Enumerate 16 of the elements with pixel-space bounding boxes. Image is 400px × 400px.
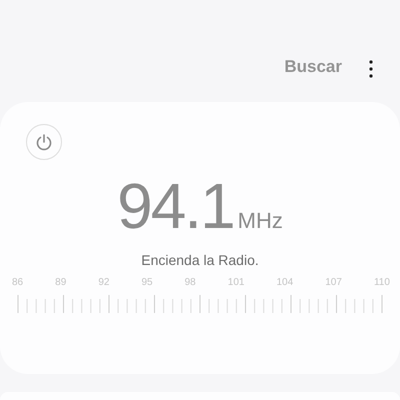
more-options-icon[interactable] — [368, 60, 374, 78]
scale-label: 98 — [184, 277, 196, 288]
scale-label: 101 — [228, 277, 244, 288]
power-icon — [35, 133, 53, 151]
search-button[interactable]: Buscar — [280, 57, 346, 77]
power-button[interactable] — [26, 124, 62, 160]
scale-label: 104 — [276, 277, 294, 288]
scale-label: 86 — [12, 277, 24, 288]
scale-label: 95 — [141, 277, 153, 288]
scale-label: 110 — [374, 277, 390, 288]
frequency-value: 94.1 — [117, 174, 234, 238]
status-message: Encienda la Radio. — [141, 252, 259, 268]
scale-label: 107 — [325, 277, 342, 288]
scale-label: 89 — [55, 277, 66, 288]
frequency-unit: MHz — [238, 208, 283, 234]
scale-label: 92 — [98, 277, 110, 288]
